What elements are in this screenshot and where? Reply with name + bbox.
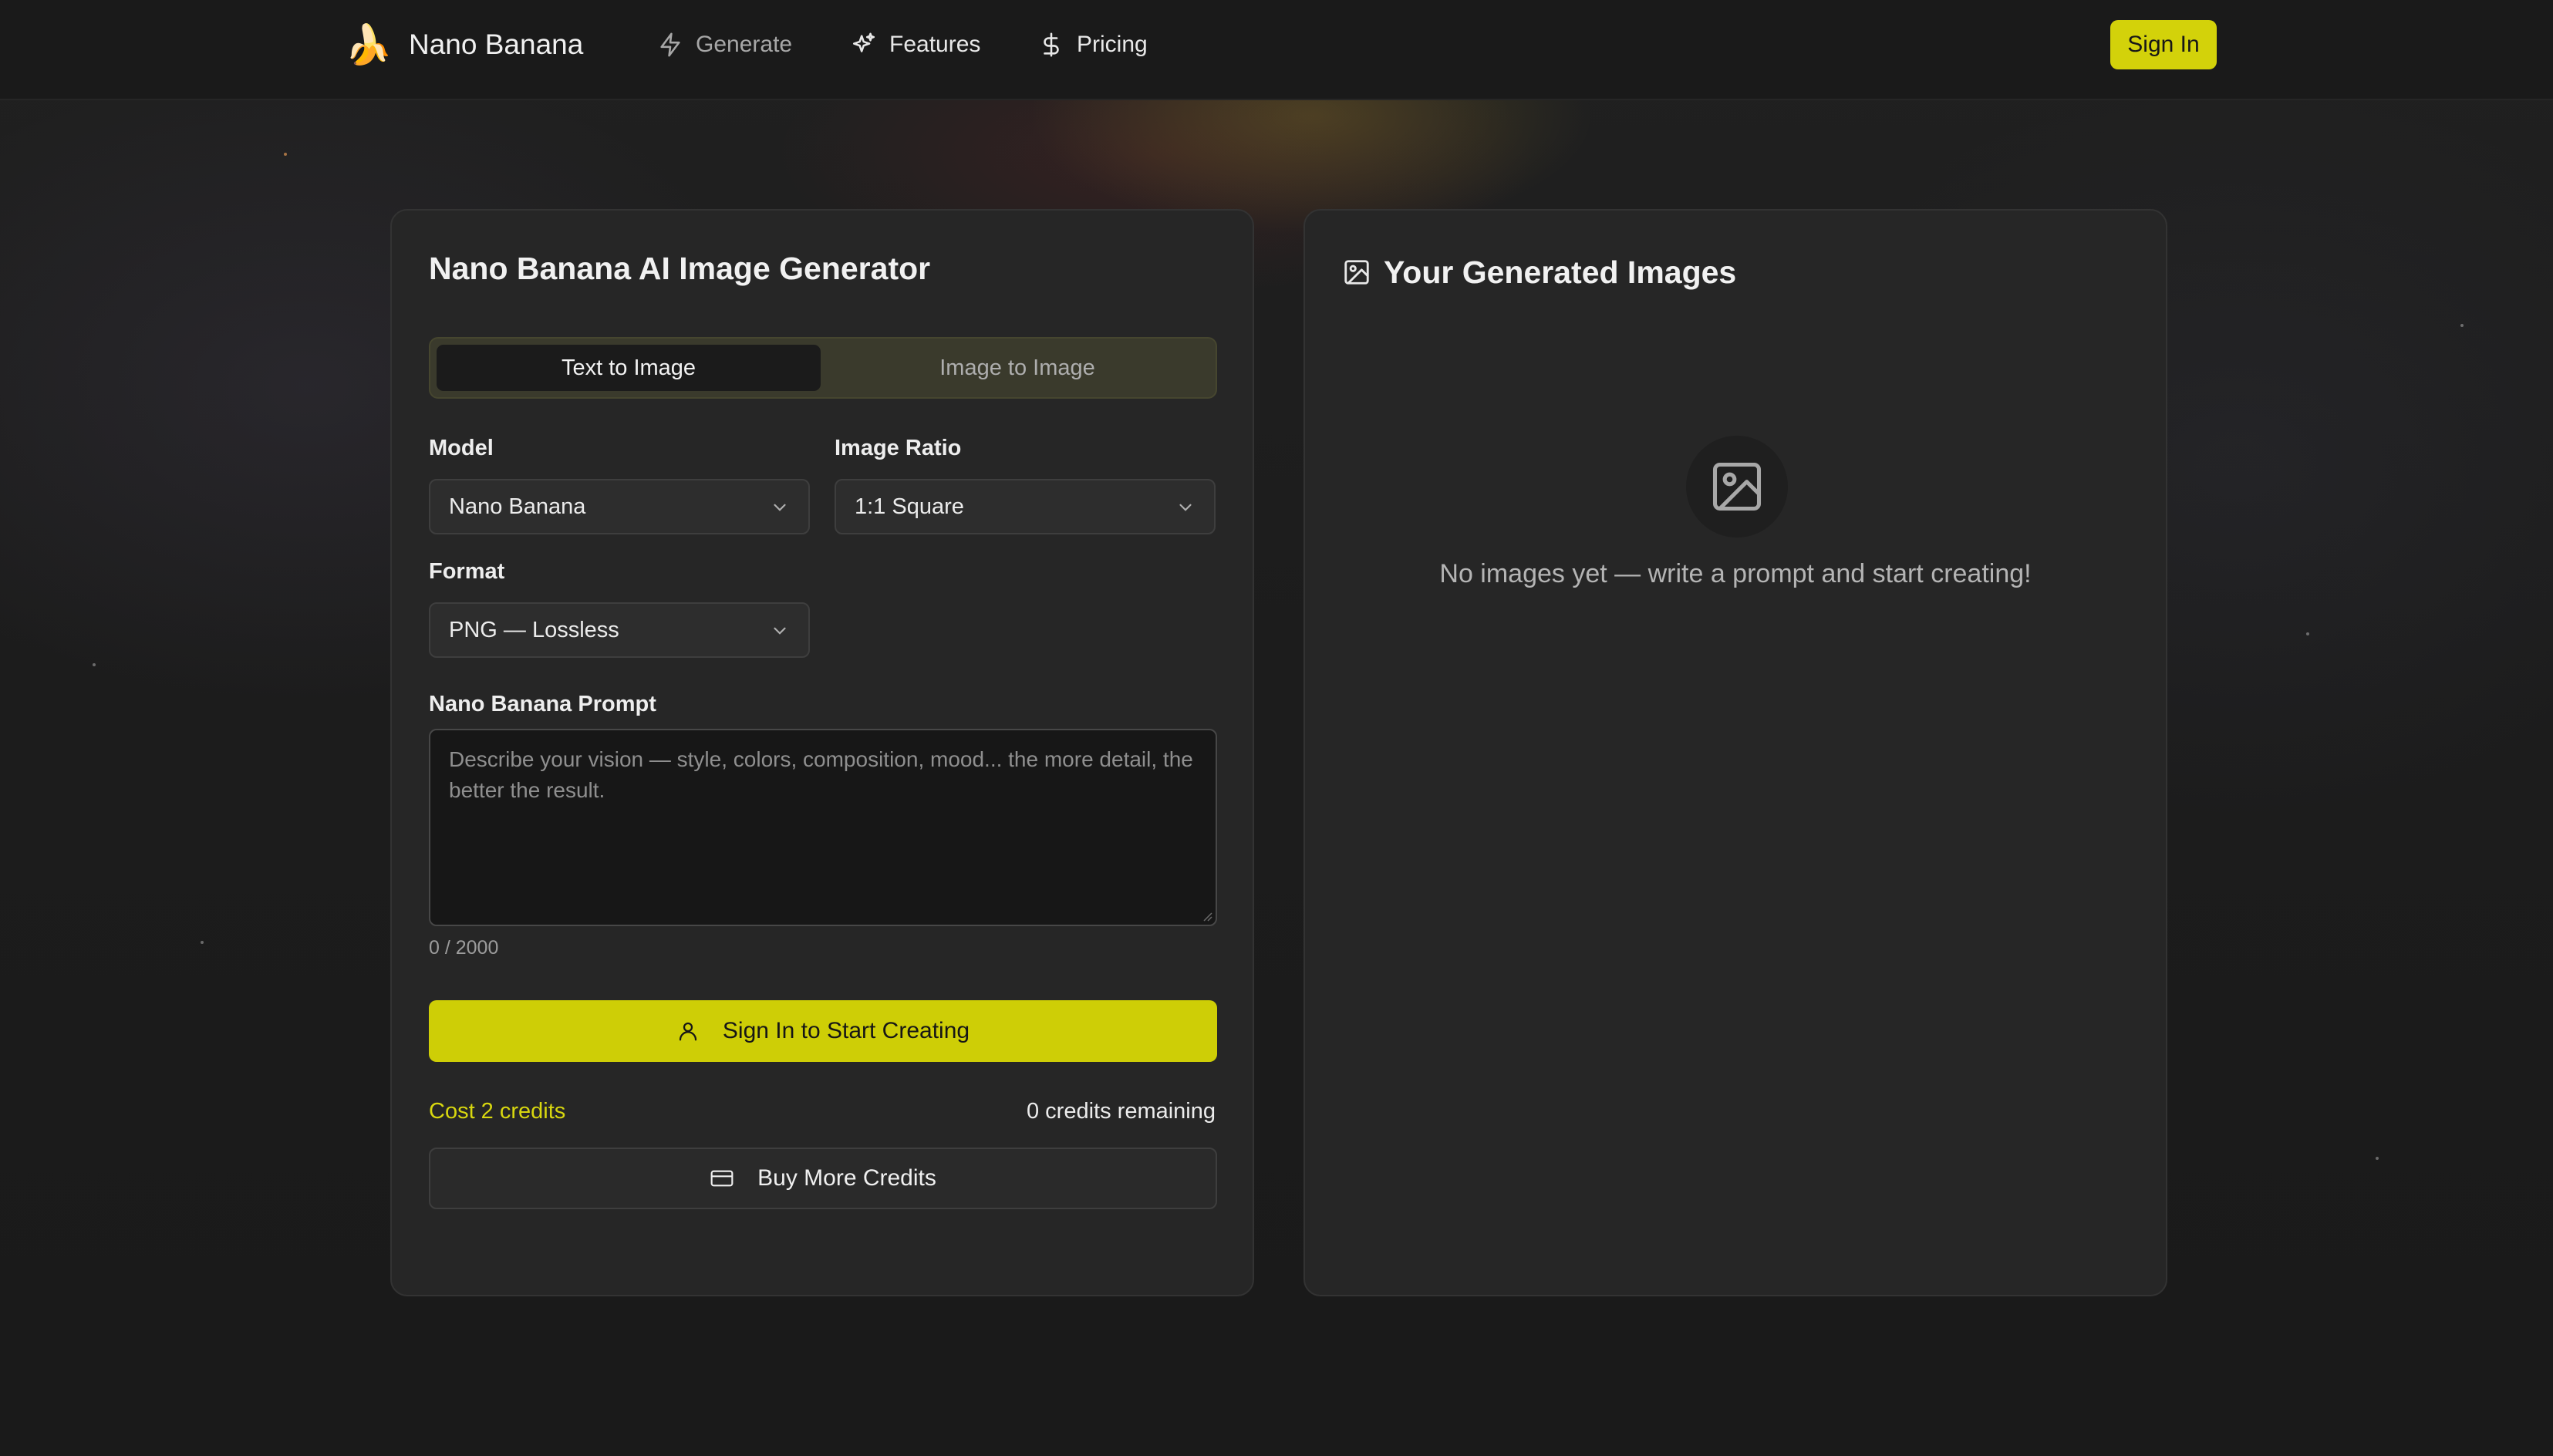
ratio-select-value: 1:1 Square <box>855 494 964 519</box>
prompt-placeholder: Describe your vision — style, colors, co… <box>449 747 1193 802</box>
cost-credits: Cost 2 credits <box>429 1099 566 1124</box>
generator-card: Nano Banana AI Image Generator Text to I… <box>390 209 1254 1296</box>
prompt-label: Nano Banana Prompt <box>429 692 656 716</box>
nav-link-label: Generate <box>696 32 793 57</box>
buy-credits-button[interactable]: Buy More Credits <box>429 1148 1217 1209</box>
chevron-down-icon <box>1179 504 1192 511</box>
empty-state-message: No images yet — write a prompt and start… <box>1439 559 2032 588</box>
nav-link-pricing[interactable]: Pricing <box>1038 23 1148 66</box>
sign-in-to-create-button[interactable]: Sign In to Start Creating <box>429 1000 1217 1062</box>
lightning-icon <box>660 32 680 57</box>
page-background <box>0 0 2553 1456</box>
nav-link-features[interactable]: Features <box>851 23 980 66</box>
user-icon <box>679 1022 697 1041</box>
brand-name: Nano Banana <box>409 29 584 60</box>
format-select-value: PNG — Lossless <box>449 617 619 642</box>
background-star <box>2376 1157 2379 1160</box>
gallery-header: Your Generated Images <box>1342 251 1736 294</box>
tab-image-to-image[interactable]: Image to Image <box>825 345 1209 391</box>
top-navbar: 🍌 Nano Banana Generate Features Pricing … <box>0 0 2553 100</box>
chevron-down-icon <box>774 504 786 511</box>
banana-logo-icon: 🍌 <box>344 23 393 66</box>
background-star <box>2306 632 2309 635</box>
model-label: Model <box>429 436 494 460</box>
format-label: Format <box>429 559 505 584</box>
background-star <box>284 153 287 156</box>
background-star <box>2460 324 2464 327</box>
format-select[interactable]: PNG — Lossless <box>429 602 810 658</box>
prompt-char-counter: 0 / 2000 <box>429 937 499 959</box>
model-select-value: Nano Banana <box>449 494 586 519</box>
prompt-textarea[interactable]: Describe your vision — style, colors, co… <box>429 729 1217 926</box>
sign-in-button[interactable]: Sign In <box>2110 20 2217 69</box>
ratio-label: Image Ratio <box>835 436 962 460</box>
background-star <box>93 663 96 666</box>
cta-label: Sign In to Start Creating <box>722 1018 970 1043</box>
nav-link-label: Pricing <box>1077 32 1148 57</box>
image-icon <box>1344 260 1369 285</box>
credits-remaining: 0 credits remaining <box>1027 1099 1216 1124</box>
mode-tabs: Text to Image Image to Image <box>429 337 1217 399</box>
sparkles-icon <box>852 32 875 52</box>
gallery-title: Your Generated Images <box>1384 254 1737 290</box>
background-star <box>201 941 204 944</box>
generator-title: Nano Banana AI Image Generator <box>429 251 931 286</box>
chevron-down-icon <box>774 627 786 635</box>
tab-text-to-image[interactable]: Text to Image <box>437 345 821 391</box>
buy-credits-label: Buy More Credits <box>757 1165 936 1191</box>
ratio-select[interactable]: 1:1 Square <box>835 479 1216 534</box>
credit-card-icon <box>710 1170 734 1187</box>
nav-link-generate[interactable]: Generate <box>657 23 792 66</box>
resize-handle-icon[interactable] <box>1202 911 1212 922</box>
empty-state-icon-circle <box>1686 436 1788 538</box>
model-select[interactable]: Nano Banana <box>429 479 810 534</box>
brand-link[interactable]: 🍌 Nano Banana <box>344 20 583 69</box>
gallery-card: Your Generated Images No images yet — wr… <box>1303 209 2167 1296</box>
dollar-icon <box>1044 32 1059 57</box>
image-placeholder-icon <box>1712 462 1762 511</box>
nav-link-label: Features <box>889 32 981 57</box>
